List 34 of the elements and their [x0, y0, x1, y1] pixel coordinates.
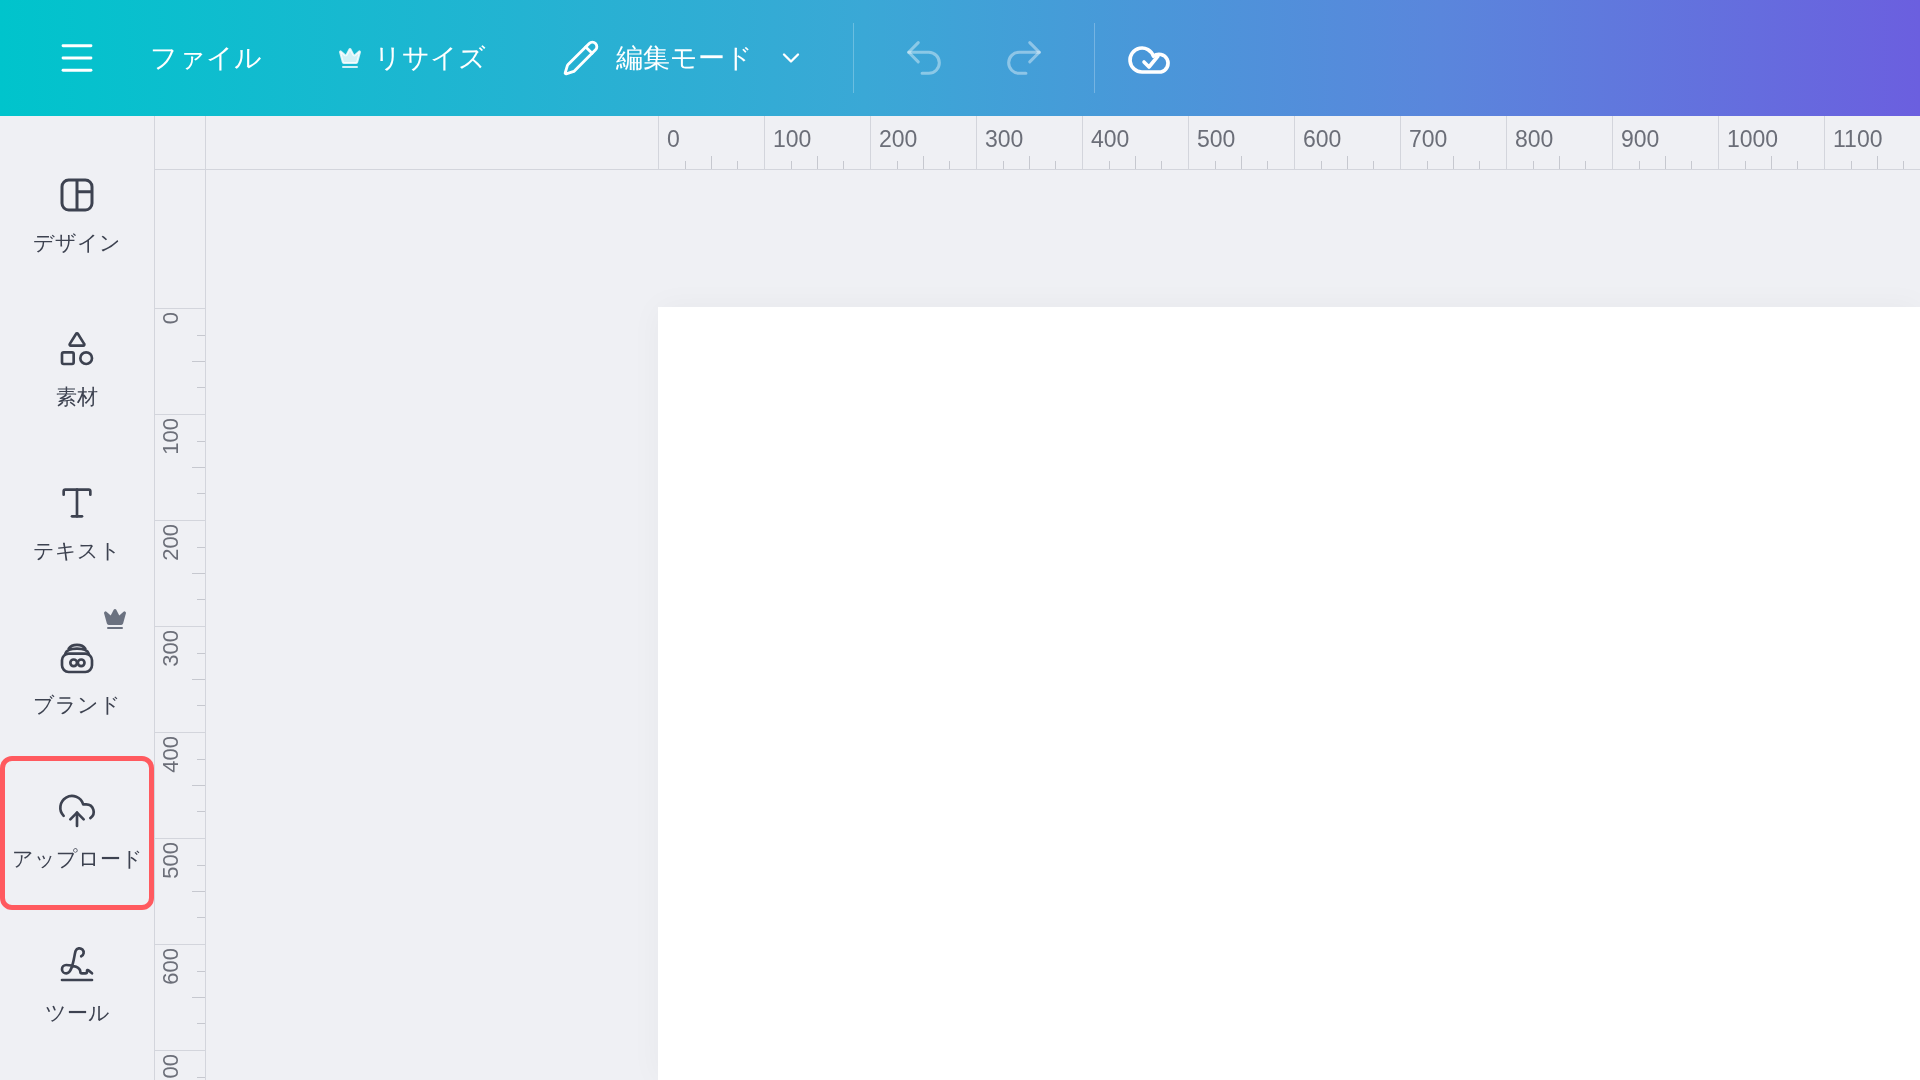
- ruler-label: 700: [1409, 125, 1448, 154]
- ruler-label: 500: [1197, 125, 1236, 154]
- ruler-label: 200: [879, 125, 918, 154]
- ruler-label: 200: [159, 524, 182, 561]
- ruler-label: 1100: [1833, 125, 1883, 154]
- ruler-label: 400: [1091, 125, 1130, 154]
- sidebar-label: デザイン: [33, 230, 121, 257]
- ruler-label: 1000: [1727, 125, 1779, 154]
- sidebar-item[interactable]: ツール: [0, 910, 154, 1064]
- sidebar-label: 素材: [56, 384, 98, 411]
- ruler-label: 300: [985, 125, 1024, 154]
- sidebar-item[interactable]: ブランド: [0, 602, 154, 756]
- sidebar-item[interactable]: テキスト: [0, 448, 154, 602]
- ruler-label: 300: [159, 630, 182, 667]
- ruler-label: 0: [159, 312, 182, 325]
- ruler-label: 900: [1621, 125, 1660, 154]
- sidebar-label: テキスト: [33, 538, 121, 565]
- sidebar-label: ブランド: [33, 692, 121, 719]
- ruler-label: 500: [159, 842, 182, 879]
- ruler-label: 600: [1303, 125, 1342, 154]
- sidebar-item[interactable]: デザイン: [0, 140, 154, 294]
- ruler-label: 800: [1515, 125, 1554, 154]
- ruler-label: 400: [159, 736, 182, 773]
- ruler-label: 600: [159, 948, 182, 985]
- ruler-label: 0: [667, 125, 680, 154]
- crown-icon: [338, 46, 362, 70]
- ruler-label: 100: [159, 418, 182, 455]
- pencil-icon: [562, 39, 600, 77]
- sidebar-item[interactable]: 素材: [0, 294, 154, 448]
- sidebar-label: ツール: [44, 1000, 110, 1027]
- ruler-label: 100: [773, 125, 812, 154]
- sidebar-label: アップロード: [11, 846, 143, 873]
- ruler-label: 00: [159, 1054, 182, 1079]
- sidebar-item[interactable]: アップロード: [0, 756, 154, 910]
